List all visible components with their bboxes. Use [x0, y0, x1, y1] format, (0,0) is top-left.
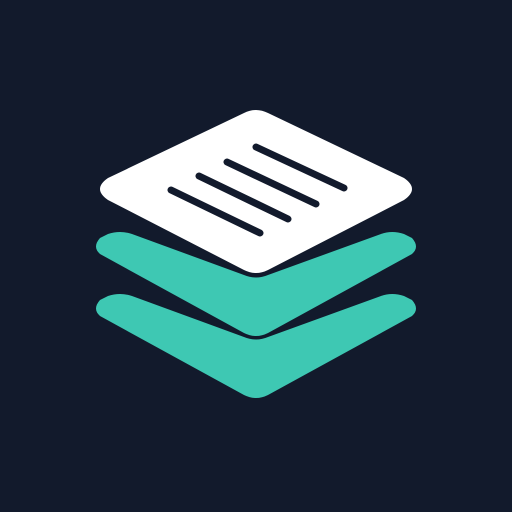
- app-icon: [0, 0, 512, 512]
- stacked-documents-logo-svg: [0, 0, 512, 512]
